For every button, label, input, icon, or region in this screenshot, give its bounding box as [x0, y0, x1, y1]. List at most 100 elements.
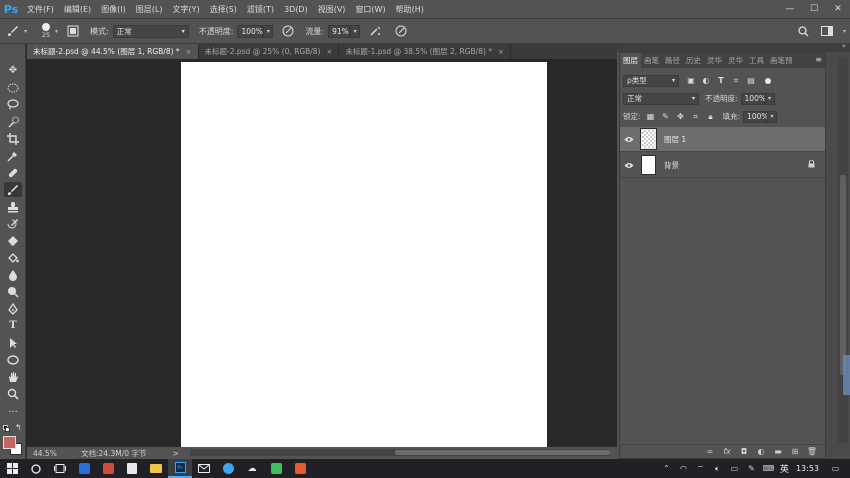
minimize-button[interactable]: — [778, 0, 802, 18]
close-icon[interactable]: × [327, 48, 333, 56]
volume-icon[interactable]: 🔈︎ [709, 464, 726, 474]
brush-size-picker[interactable]: 25 [37, 20, 55, 42]
filter-smart-object-icon[interactable]: ▤ [745, 75, 757, 87]
blur-tool-icon[interactable] [4, 267, 22, 282]
panel-menu-icon[interactable]: ≡ [815, 55, 822, 64]
app-red-icon[interactable] [96, 459, 120, 478]
more-tools-icon[interactable]: ··· [4, 405, 22, 420]
horizontal-scrollbar[interactable] [190, 449, 610, 456]
opacity-dropdown[interactable]: ▾ [263, 24, 274, 38]
delete-layer-icon[interactable]: 🗑︎ [805, 446, 819, 458]
add-mask-icon[interactable]: ◘ [737, 446, 751, 458]
canvas-area[interactable] [27, 59, 617, 447]
menu-filter[interactable]: 滤镜(T) [242, 4, 279, 15]
menu-edit[interactable]: 编辑(E) [59, 4, 96, 15]
opacity-input[interactable]: 100% [237, 24, 264, 38]
workspace-icon[interactable] [820, 24, 834, 38]
tab-plugin-1[interactable]: 灵华 [704, 53, 725, 68]
tab-history[interactable]: 历史 [683, 53, 704, 68]
close-icon[interactable]: × [498, 48, 504, 56]
clone-stamp-tool-icon[interactable] [4, 199, 22, 214]
eye-icon[interactable] [620, 162, 638, 169]
calculator-icon[interactable] [120, 459, 144, 478]
brush-tool-icon[interactable] [4, 182, 22, 197]
filter-type-icon[interactable]: T [715, 75, 727, 87]
file-explorer-icon[interactable] [144, 459, 168, 478]
new-group-icon[interactable]: ▬ [771, 446, 785, 458]
layer-row-layer-1[interactable]: 图层 1 [620, 127, 825, 152]
layer-filter-select[interactable]: ρ类型 ▾ [623, 74, 679, 87]
status-menu-arrow[interactable]: > [172, 449, 178, 458]
keyboard-icon[interactable]: ⌨ [760, 464, 777, 473]
lock-position-icon[interactable]: ✥ [675, 111, 687, 123]
eyedropper-tool-icon[interactable] [4, 148, 22, 163]
chevron-down-icon[interactable]: ▾ [24, 28, 27, 35]
lock-pixels-icon[interactable]: ✎ [660, 111, 672, 123]
clock[interactable]: 13:53 [796, 464, 819, 473]
filter-toggle-icon[interactable] [765, 77, 771, 84]
path-select-tool-icon[interactable] [4, 335, 22, 350]
browser-icon[interactable] [216, 459, 240, 478]
menu-3d[interactable]: 3D(D) [279, 5, 313, 14]
quick-select-tool-icon[interactable] [4, 114, 22, 129]
fill-dropdown[interactable]: ▾ [767, 110, 778, 123]
menu-view[interactable]: 视图(V) [313, 4, 351, 15]
lasso-tool-icon[interactable] [4, 97, 22, 112]
eye-icon[interactable] [620, 136, 638, 143]
tab-untitled-1[interactable]: 未标题-1.psd @ 38.5% (图层 2, RGB/8) * × [339, 44, 511, 59]
flow-dropdown[interactable]: ▾ [350, 24, 361, 38]
maximize-button[interactable]: ☐ [802, 0, 826, 18]
chevron-down-icon[interactable]: ▾ [843, 28, 846, 35]
crop-tool-icon[interactable] [4, 131, 22, 146]
history-brush-tool-icon[interactable] [4, 216, 22, 231]
tab-untitled-2-active[interactable]: 未标题-2.psd @ 44.5% (图层 1, RGB/8) * × [27, 44, 199, 59]
menu-window[interactable]: 窗口(W) [350, 4, 390, 15]
eraser-tool-icon[interactable] [4, 233, 22, 248]
windows-start-icon[interactable] [0, 459, 24, 478]
app-cloud-icon[interactable]: ☁ [240, 459, 264, 478]
scroll-thumb[interactable] [395, 450, 610, 455]
adjustment-layer-icon[interactable]: ◐ [754, 446, 768, 458]
notification-icon[interactable]: ▭ [827, 464, 844, 473]
marquee-tool-icon[interactable] [4, 80, 22, 95]
tab-brush-presets[interactable]: 画笔预 [767, 53, 796, 68]
healing-brush-tool-icon[interactable] [4, 165, 22, 180]
menu-layer[interactable]: 图层(L) [131, 4, 168, 15]
layer-name[interactable]: 背景 [664, 160, 679, 171]
fx-icon[interactable]: fx [720, 446, 734, 458]
flow-input[interactable]: 91% [328, 24, 351, 38]
new-layer-icon[interactable]: ⊞ [788, 446, 802, 458]
tab-plugin-2[interactable]: 灵华 [725, 53, 746, 68]
app-green-icon[interactable] [264, 459, 288, 478]
close-button[interactable]: ✕ [826, 0, 850, 18]
lock-all-icon[interactable]: 🔒︎ [705, 111, 717, 123]
menu-image[interactable]: 图像(I) [96, 4, 131, 15]
network-icon[interactable]: ◠ [675, 464, 692, 473]
tab-paths[interactable]: 路径 [662, 53, 683, 68]
close-icon[interactable]: × [186, 48, 192, 56]
chevron-down-icon[interactable]: ▾ [55, 28, 58, 35]
photoshop-taskbar-icon[interactable]: Ps [168, 459, 192, 478]
airbrush-icon[interactable] [368, 24, 382, 38]
tab-untitled-2-copy[interactable]: 未标题-2.psd @ 25% (0, RGB/8) × [199, 44, 340, 59]
filter-pixel-icon[interactable]: ▣ [685, 75, 697, 87]
link-layers-icon[interactable]: ∞ [703, 446, 717, 458]
task-view-icon[interactable] [48, 459, 72, 478]
pressure-size-icon[interactable] [394, 24, 408, 38]
chevron-up-icon[interactable]: ⌃ [658, 464, 675, 473]
wifi-icon[interactable]: ⌔ [692, 464, 709, 474]
tab-tools[interactable]: 工具 [746, 53, 767, 68]
menu-select[interactable]: 选择(S) [205, 4, 242, 15]
layer-row-background[interactable]: 背景 [620, 153, 825, 178]
layer-name[interactable]: 图层 1 [664, 134, 686, 145]
lock-artboard-icon[interactable]: ⌗ [690, 111, 702, 123]
foreground-color-swatch[interactable] [3, 436, 16, 449]
mail-icon[interactable] [192, 459, 216, 478]
move-tool-icon[interactable]: ✥ [4, 63, 22, 78]
battery-icon[interactable]: ▭ [726, 464, 743, 473]
brush-panel-toggle-icon[interactable] [66, 24, 80, 38]
filter-shape-icon[interactable]: ⌗ [730, 75, 742, 87]
app-blue-icon[interactable] [72, 459, 96, 478]
pen-tool-icon[interactable] [4, 301, 22, 316]
document-canvas[interactable] [181, 62, 547, 447]
